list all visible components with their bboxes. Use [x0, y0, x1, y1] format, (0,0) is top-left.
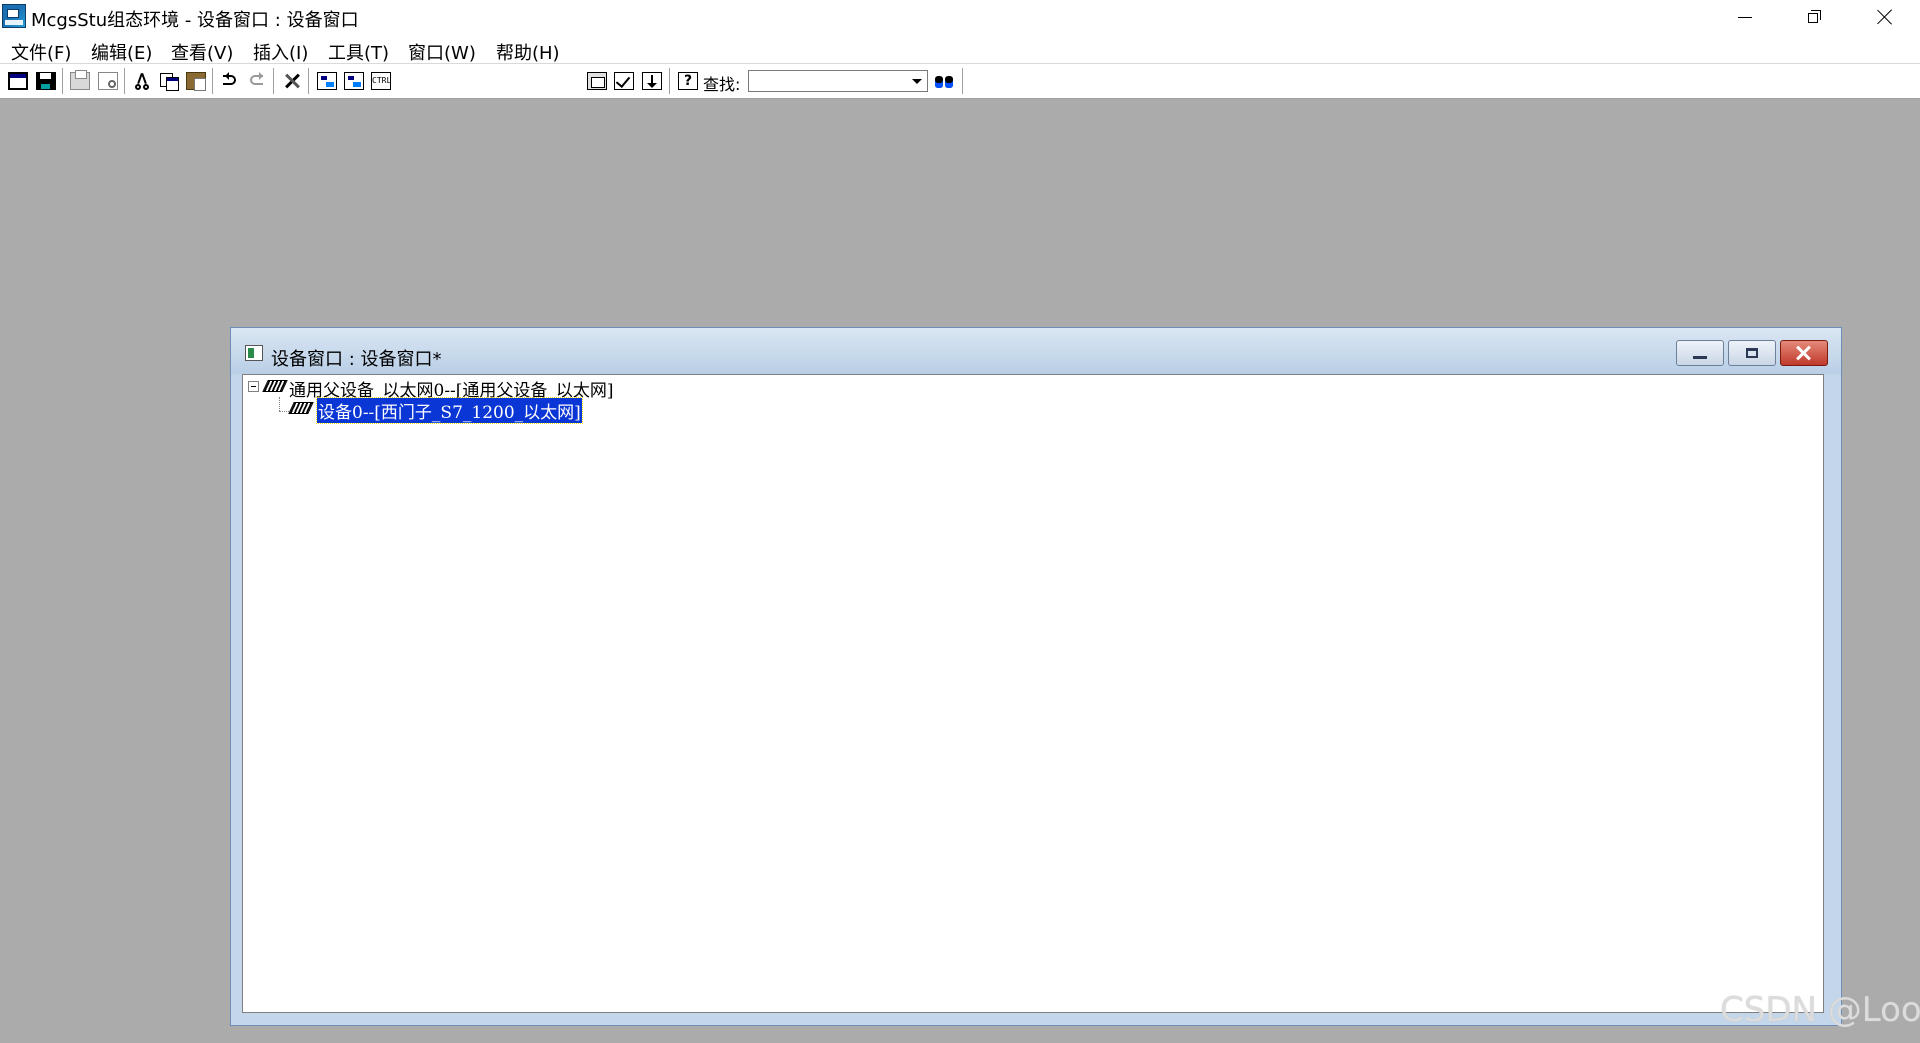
print-preview-button[interactable] — [96, 69, 120, 93]
undo-icon — [220, 72, 240, 90]
tree-item-label: 设备0--[西门子_S7_1200_以太网] — [316, 397, 583, 424]
download-icon — [642, 72, 662, 90]
ctrl-icon — [371, 72, 391, 90]
tools-button[interactable] — [280, 69, 304, 93]
print-button[interactable] — [68, 69, 92, 93]
device-window[interactable]: 设备窗口 : 设备窗口* 通用父设备_以太网0--[通用父设备_以太网] 设备0… — [230, 327, 1842, 1026]
device-tree-2-icon — [344, 72, 364, 90]
app-icon[interactable] — [2, 4, 26, 28]
watermark: CSDN @Loo — [1720, 990, 1920, 1030]
copy-icon — [159, 72, 179, 91]
find-icon — [934, 72, 954, 90]
menu-file[interactable]: 文件(F) — [11, 39, 71, 65]
toolbar-separator — [124, 68, 128, 94]
menu-edit[interactable]: 编辑(E) — [91, 39, 152, 65]
device-tree-2-button[interactable] — [342, 69, 366, 93]
properties-icon — [587, 72, 607, 90]
toolbar-separator — [962, 68, 966, 94]
paste-icon — [186, 72, 206, 91]
menu-insert[interactable]: 插入(I) — [253, 39, 308, 65]
scissors-handle — [143, 84, 149, 90]
find-button[interactable] — [932, 69, 956, 93]
check-icon — [614, 72, 634, 90]
redo-button[interactable] — [245, 69, 269, 93]
device-tree[interactable]: 通用父设备_以太网0--[通用父设备_以太网] 设备0--[西门子_S7_120… — [242, 374, 1824, 1013]
title-bar: McgsStu组态环境 - 设备窗口 : 设备窗口 — [0, 0, 1920, 34]
paste-button[interactable] — [184, 69, 208, 93]
toolbar-separator — [62, 68, 66, 94]
device-icon — [262, 380, 288, 392]
device-window-title-bar[interactable]: 设备窗口 : 设备窗口* — [231, 328, 1841, 374]
restore-icon — [1808, 10, 1822, 24]
close-button[interactable] — [1850, 0, 1920, 34]
scissors-handle — [135, 84, 141, 90]
window-title: McgsStu组态环境 - 设备窗口 : 设备窗口 — [31, 10, 359, 31]
child-maximize-button[interactable] — [1728, 340, 1776, 366]
find-input[interactable] — [749, 71, 913, 91]
device-window-title: 设备窗口 : 设备窗口* — [271, 349, 442, 370]
minimize-icon — [1693, 355, 1707, 359]
new-window-icon — [8, 72, 28, 90]
maximize-icon — [1746, 348, 1758, 358]
help-icon — [678, 72, 698, 90]
close-icon — [1796, 345, 1812, 361]
check-button[interactable] — [612, 69, 636, 93]
print-preview-icon — [98, 72, 118, 90]
print-icon — [70, 70, 90, 90]
menu-view[interactable]: 查看(V) — [171, 39, 233, 65]
tree-item-parent-device[interactable]: 通用父设备_以太网0--[通用父设备_以太网] — [243, 376, 843, 401]
help-button[interactable] — [676, 69, 700, 93]
device-tree-icon — [317, 72, 337, 90]
menu-bar: 文件(F) 编辑(E) 查看(V) 插入(I) 工具(T) 窗口(W) 帮助(H… — [0, 34, 1920, 64]
restore-button[interactable] — [1780, 0, 1850, 34]
menu-tools[interactable]: 工具(T) — [328, 39, 389, 65]
redo-icon — [247, 72, 267, 90]
find-label: 查找: — [703, 75, 741, 94]
child-close-button[interactable] — [1780, 340, 1828, 366]
device-tree-button[interactable] — [315, 69, 339, 93]
toolbar-separator — [212, 68, 216, 94]
chevron-down-icon[interactable] — [907, 71, 927, 91]
menu-window[interactable]: 窗口(W) — [408, 39, 476, 65]
new-window-button[interactable] — [6, 69, 30, 93]
properties-button[interactable] — [585, 69, 609, 93]
cut-icon — [132, 72, 152, 90]
undo-button[interactable] — [218, 69, 242, 93]
save-button[interactable] — [34, 69, 58, 93]
save-icon — [36, 72, 56, 90]
toolbar: 查找: — [0, 64, 1920, 99]
device-icon — [288, 402, 314, 414]
find-combobox[interactable] — [748, 70, 928, 92]
tools-icon — [282, 72, 302, 90]
device-window-icon — [245, 345, 263, 361]
ctrl-button[interactable] — [369, 69, 393, 93]
menu-help[interactable]: 帮助(H) — [496, 39, 560, 65]
tree-item-device0[interactable]: 设备0--[西门子_S7_1200_以太网] — [243, 397, 843, 424]
cut-button[interactable] — [130, 69, 154, 93]
copy-button[interactable] — [157, 69, 181, 93]
download-button[interactable] — [640, 69, 664, 93]
child-minimize-button[interactable] — [1676, 340, 1724, 366]
minimize-icon — [1738, 16, 1752, 18]
close-icon — [1877, 9, 1893, 25]
toolbar-separator — [308, 68, 312, 94]
toolbar-separator — [669, 68, 673, 94]
toolbar-separator — [273, 68, 277, 94]
collapse-toggle-icon[interactable] — [248, 381, 259, 392]
minimize-button[interactable] — [1710, 0, 1780, 34]
